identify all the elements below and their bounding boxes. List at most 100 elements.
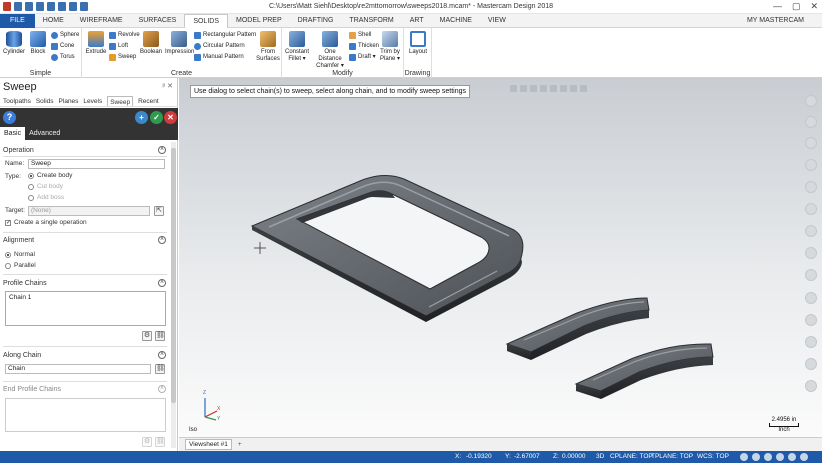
loft-button[interactable]: Loft <box>109 42 128 51</box>
from-surfaces-button[interactable]: From Surfaces <box>256 31 280 63</box>
collapse-operation-icon[interactable]: ˄ <box>158 146 166 154</box>
tab-basic[interactable]: Basic <box>0 127 26 140</box>
draft-button[interactable]: Draft ▾ <box>349 53 376 62</box>
add-profile-chain-icon[interactable]: ⛓ <box>155 331 165 341</box>
add-viewsheet-button[interactable]: + <box>238 441 242 448</box>
cut-body-radio[interactable]: Cut body <box>28 183 63 190</box>
minimize-button[interactable]: — <box>773 1 782 12</box>
swept-segment-solid-1[interactable] <box>505 297 650 360</box>
select-target-icon[interactable]: ⇱ <box>154 206 164 216</box>
maximize-button[interactable]: ▢ <box>792 1 801 12</box>
select-along-chain-icon[interactable]: ⛓ <box>155 364 165 374</box>
mode-3d-toggle[interactable]: 3D <box>596 451 604 463</box>
sweep-button[interactable]: Sweep <box>109 53 136 62</box>
collapse-alignment-icon[interactable]: ˄ <box>158 236 166 244</box>
globe-icon[interactable] <box>740 453 748 461</box>
tplane-selector[interactable]: TPLANE: TOP <box>651 451 693 463</box>
viewsheet-tab[interactable]: Viewsheet #1 <box>185 439 232 450</box>
layout-button[interactable]: Layout <box>407 31 429 56</box>
tab-planes[interactable]: Planes <box>59 96 79 106</box>
tab-file[interactable]: FILE <box>0 14 35 28</box>
cylinder-button[interactable]: Cylinder <box>3 31 25 56</box>
edges-mode-icon[interactable] <box>800 453 808 461</box>
pan-icon[interactable] <box>805 116 817 128</box>
tab-drafting[interactable]: DRAFTING <box>290 14 342 28</box>
tab-advanced[interactable]: Advanced <box>25 127 64 140</box>
tab-machine[interactable]: MACHINE <box>432 14 480 28</box>
normal-radio[interactable]: Normal <box>5 251 35 258</box>
swept-segment-solid-2[interactable] <box>574 343 714 399</box>
clear-color-icon[interactable] <box>805 380 817 392</box>
panel-scrollbar[interactable] <box>171 142 176 448</box>
zoom-window-icon[interactable] <box>805 181 817 193</box>
wcs-selector[interactable]: WCS: TOP <box>697 451 729 463</box>
zoom-in-icon[interactable] <box>805 95 817 107</box>
tab-wireframe[interactable]: WIREFRAME <box>72 14 131 28</box>
shading-icon[interactable] <box>805 247 817 259</box>
add-boss-radio[interactable]: Add boss <box>28 194 64 201</box>
torus-button[interactable]: Torus <box>51 53 75 62</box>
tab-toolpaths[interactable]: Toolpaths <box>3 96 31 106</box>
cplane-selector[interactable]: CPLANE: TOP <box>610 451 653 463</box>
cone-button[interactable]: Cone <box>51 42 74 51</box>
translucency-icon[interactable] <box>805 292 817 304</box>
collapse-end-profile-icon[interactable]: ˄ <box>158 385 166 393</box>
sphere-button[interactable]: Sphere <box>51 31 79 40</box>
cancel-button[interactable]: ✕ <box>164 111 177 124</box>
one-distance-chamfer-button[interactable]: One Distance Chamfer ▾ <box>312 31 348 70</box>
close-button[interactable]: ✕ <box>810 1 818 12</box>
rotate-icon[interactable] <box>805 137 817 149</box>
thicken-button[interactable]: Thicken <box>349 42 379 51</box>
constant-fillet-button[interactable]: Constant Fillet ▾ <box>284 31 310 63</box>
revolve-button[interactable]: Revolve <box>109 31 140 40</box>
tab-sweep[interactable]: Sweep <box>107 96 134 106</box>
cube-icon[interactable] <box>752 453 760 461</box>
name-field[interactable]: Sweep <box>28 159 165 169</box>
extrude-button[interactable]: Extrude <box>84 31 108 56</box>
view-top-icon[interactable] <box>805 203 817 215</box>
collapse-along-icon[interactable]: ˄ <box>158 351 166 359</box>
color-icon[interactable] <box>805 358 817 370</box>
tab-surfaces[interactable]: SURFACES <box>131 14 185 28</box>
tab-solids-manager[interactable]: Solids <box>36 96 54 106</box>
tab-art[interactable]: ART <box>402 14 432 28</box>
circular-pattern-button[interactable]: Circular Pattern <box>194 42 245 51</box>
trim-by-plane-button[interactable]: Trim by Plane ▾ <box>378 31 402 63</box>
my-mastercam-link[interactable]: MY MASTERCAM <box>739 14 812 28</box>
ok-button[interactable]: ✓ <box>150 111 163 124</box>
profile-chains-list[interactable]: Chain 1 <box>5 291 166 326</box>
tab-view[interactable]: VIEW <box>480 14 514 28</box>
tab-solids[interactable]: SOLIDS <box>184 14 228 28</box>
tab-model-prep[interactable]: MODEL PREP <box>228 14 290 28</box>
profile-chain-item[interactable]: Chain 1 <box>9 294 31 301</box>
wireframe-icon[interactable] <box>805 269 817 281</box>
wireframe-mode-icon[interactable] <box>776 453 784 461</box>
tab-home[interactable]: HOME <box>35 14 72 28</box>
view-iso-icon[interactable] <box>805 225 817 237</box>
section-view-icon[interactable] <box>805 314 817 326</box>
boolean-button[interactable]: Boolean <box>138 31 164 56</box>
end-profile-list[interactable] <box>5 398 166 432</box>
end-chain-options-icon[interactable]: ⚙ <box>142 437 152 447</box>
shaded-mode-icon[interactable] <box>788 453 796 461</box>
create-body-radio[interactable]: Create body <box>28 172 72 179</box>
tab-recent-functions[interactable]: Recent Functions <box>138 96 178 116</box>
collapse-profile-icon[interactable]: ˄ <box>158 279 166 287</box>
fit-icon[interactable] <box>805 159 817 171</box>
chain-options-icon[interactable]: ⚙ <box>142 331 152 341</box>
apply-button[interactable]: + <box>135 111 148 124</box>
help-button[interactable]: ? <box>3 111 16 124</box>
panel-pin-close[interactable]: ᵖ ✕ <box>163 82 173 90</box>
level-icon[interactable] <box>805 336 817 348</box>
parallel-radio[interactable]: Parallel <box>5 262 36 269</box>
manual-pattern-button[interactable]: Manual Pattern <box>194 53 244 62</box>
single-operation-checkbox[interactable]: ✓ Create a single operation <box>5 219 87 226</box>
rectangular-pattern-button[interactable]: Rectangular Pattern <box>194 31 256 40</box>
along-chain-field[interactable]: Chain <box>5 364 151 374</box>
display-icon[interactable] <box>764 453 772 461</box>
swept-frame-solid[interactable] <box>250 175 524 322</box>
scrollbar-thumb[interactable] <box>171 148 176 403</box>
tab-levels[interactable]: Levels <box>83 96 102 106</box>
tab-transform[interactable]: TRANSFORM <box>341 14 401 28</box>
graphics-viewport[interactable]: Use dialog to select chain(s) to sweep, … <box>179 78 822 437</box>
